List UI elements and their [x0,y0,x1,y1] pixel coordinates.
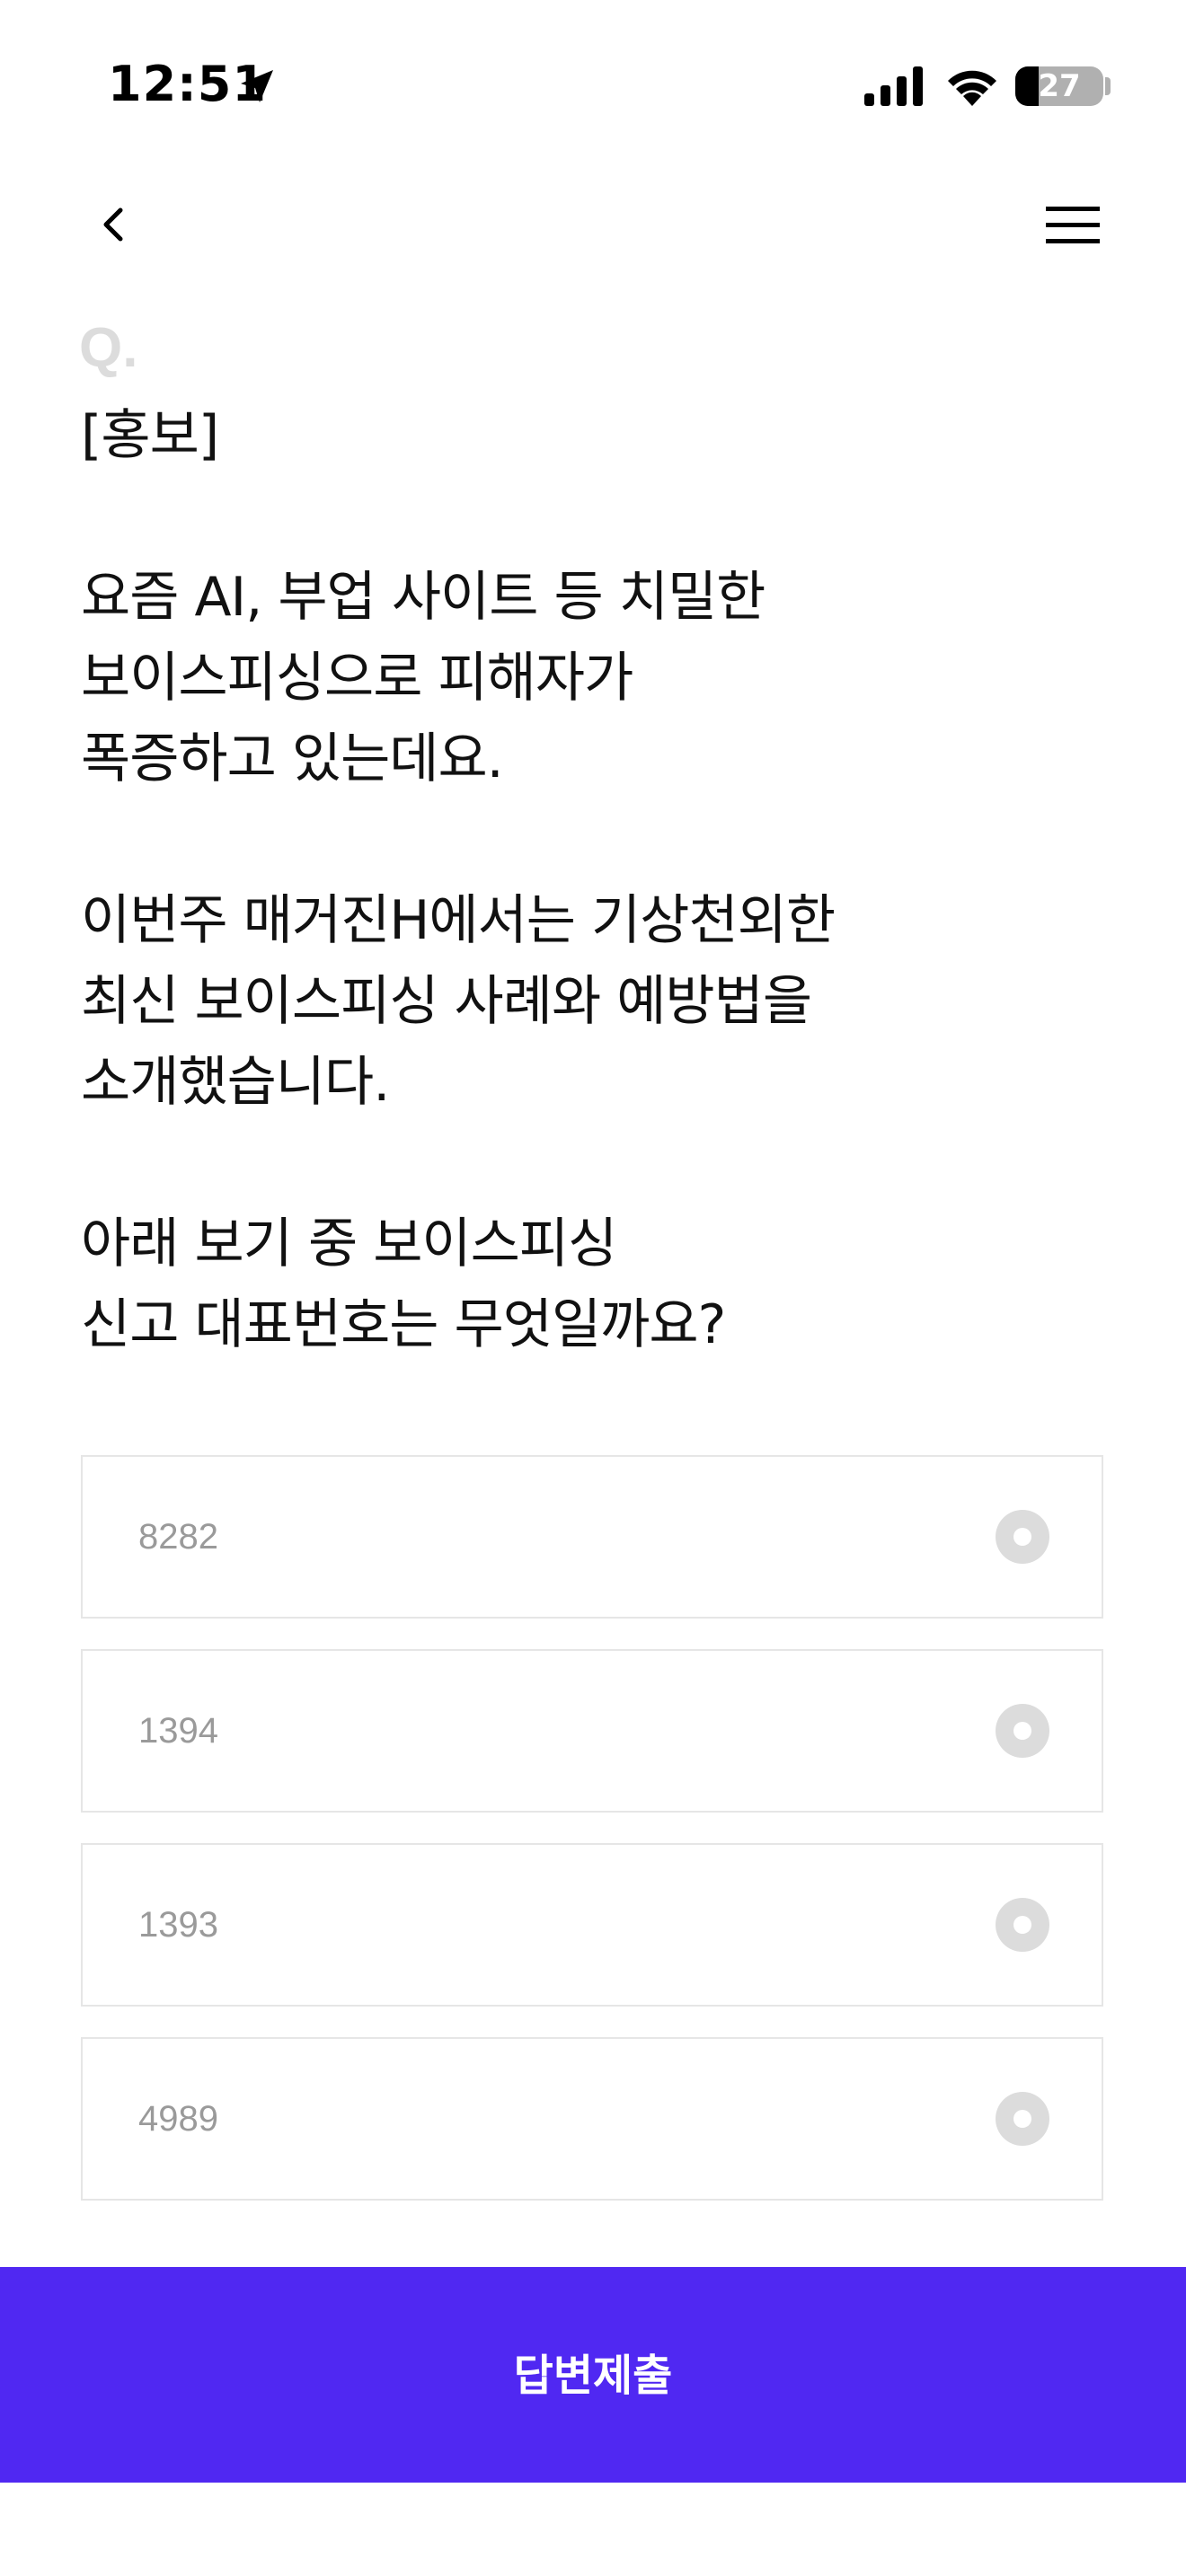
battery-indicator: 27 [1015,66,1103,106]
option-label: 1393 [138,1905,218,1945]
question-text: [홍보] 요즘 AI, 부업 사이트 등 치밀한 보이스피싱으로 피해자가 폭증… [81,404,836,1356]
location-arrow-icon [241,70,273,102]
answer-options: 8282 1394 1393 4989 [81,1455,1105,2231]
chevron-left-icon [103,207,123,242]
wifi-icon [948,70,996,106]
status-bar: 12:51 27 [0,0,1186,171]
question-prefix: Q. [79,317,138,379]
menu-button[interactable] [1039,194,1103,257]
cellular-signal-icon [864,66,923,106]
answer-option-4[interactable]: 4989 [81,2037,1103,2201]
answer-option-1[interactable]: 8282 [81,1455,1103,1619]
radio-button-icon[interactable] [996,1898,1049,1952]
option-label: 8282 [138,1517,218,1557]
hamburger-menu-icon [1046,207,1100,243]
radio-button-icon[interactable] [996,1510,1049,1564]
option-label: 4989 [138,2099,218,2139]
battery-level: 27 [1038,68,1081,104]
answer-option-2[interactable]: 1394 [81,1649,1103,1813]
radio-button-icon[interactable] [996,2092,1049,2146]
answer-option-3[interactable]: 1393 [81,1843,1103,2007]
back-button[interactable] [81,189,144,260]
option-label: 1394 [138,1711,218,1751]
radio-button-icon[interactable] [996,1704,1049,1758]
submit-answer-button[interactable]: 답변제출 [0,2267,1186,2483]
battery-tip [1105,77,1111,95]
